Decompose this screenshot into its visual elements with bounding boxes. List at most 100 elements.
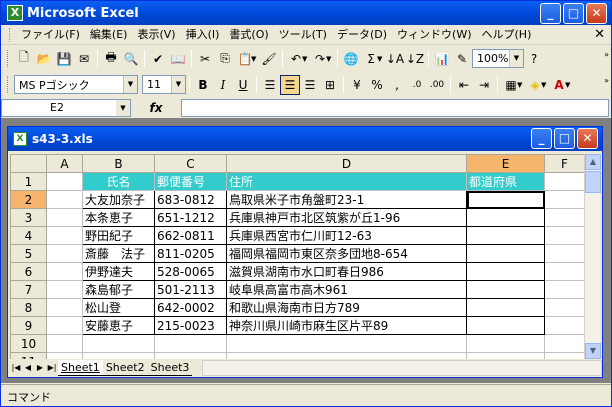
cell[interactable] — [46, 244, 83, 263]
cell[interactable] — [544, 262, 585, 281]
cell[interactable] — [466, 334, 545, 353]
cell[interactable]: 和歌山県海南市日方789 — [226, 298, 467, 317]
menu-format[interactable]: 書式(O) — [224, 26, 273, 44]
row-header[interactable]: 3 — [10, 208, 47, 227]
cell[interactable] — [46, 316, 83, 335]
menu-edit[interactable]: 編集(E) — [85, 26, 133, 44]
first-sheet-icon[interactable]: |◀ — [10, 363, 22, 372]
spelling-icon[interactable]: ✔ — [148, 49, 168, 69]
cell[interactable]: 501-2113 — [154, 280, 227, 299]
column-header-d[interactable]: D — [226, 154, 467, 173]
minimize-button[interactable]: _ — [540, 3, 561, 24]
row-header[interactable]: 2 — [10, 190, 47, 209]
cell[interactable] — [46, 298, 83, 317]
cell[interactable]: 683-0812 — [154, 190, 227, 209]
cell[interactable]: 斎藤 法子 — [82, 244, 155, 263]
row-header[interactable]: 1 — [10, 172, 47, 191]
cell[interactable]: 鳥取県米子市角盤町23-1 — [226, 190, 467, 209]
cell[interactable] — [46, 190, 83, 209]
percent-icon[interactable]: % — [367, 75, 387, 95]
help-icon[interactable]: ? — [524, 49, 544, 69]
column-header-c[interactable]: C — [154, 154, 227, 173]
underline-button[interactable]: U — [233, 75, 253, 95]
cell[interactable]: 兵庫県西宮市仁川町12-63 — [226, 226, 467, 245]
maximize-button[interactable]: □ — [563, 3, 584, 24]
close-button[interactable]: ✕ — [586, 3, 607, 24]
cell[interactable]: 大友加奈子 — [82, 190, 155, 209]
cell[interactable]: 本条恵子 — [82, 208, 155, 227]
cell[interactable]: 森島郁子 — [82, 280, 155, 299]
cell[interactable]: 662-0811 — [154, 226, 227, 245]
paste-dropdown-icon[interactable]: ▼ — [251, 55, 259, 63]
row-header[interactable]: 10 — [10, 334, 47, 353]
cut-icon[interactable]: ✂ — [195, 49, 215, 69]
cell[interactable]: 642-0002 — [154, 298, 227, 317]
cell[interactable] — [544, 172, 585, 191]
header-cell-address[interactable]: 住所 — [226, 172, 467, 191]
cell[interactable]: 岐阜県高富市高木961 — [226, 280, 467, 299]
cell[interactable]: 528-0065 — [154, 262, 227, 281]
bold-button[interactable]: B — [193, 75, 213, 95]
row-header[interactable]: 4 — [10, 226, 47, 245]
cell[interactable]: 安藤恵子 — [82, 316, 155, 335]
research-icon[interactable]: 📖 — [168, 49, 188, 69]
formula-input[interactable] — [181, 98, 609, 117]
cell[interactable] — [466, 208, 545, 227]
sort-ascending-icon[interactable]: ↓A — [385, 49, 405, 69]
column-header-b[interactable]: B — [82, 154, 155, 173]
cell[interactable] — [46, 334, 83, 353]
cell[interactable] — [46, 280, 83, 299]
cell[interactable] — [82, 334, 155, 353]
cell[interactable] — [46, 172, 83, 191]
row-header[interactable]: 8 — [10, 298, 47, 317]
align-center-icon[interactable]: ☰ — [280, 74, 300, 95]
permission-icon[interactable]: ✉ — [74, 49, 94, 69]
cell[interactable]: 651-1212 — [154, 208, 227, 227]
increase-indent-icon[interactable]: ⇥ — [474, 75, 494, 95]
print-icon[interactable]: 🖶 — [101, 49, 121, 69]
scroll-down-icon[interactable]: ▼ — [585, 343, 601, 359]
menu-file[interactable]: ファイル(F) — [16, 26, 85, 44]
copy-icon[interactable]: ⎘ — [215, 49, 235, 69]
select-all-corner[interactable] — [10, 154, 47, 173]
currency-icon[interactable]: ¥ — [347, 75, 367, 95]
chart-wizard-icon[interactable]: 📊 — [432, 49, 452, 69]
last-sheet-icon[interactable]: ▶| — [46, 363, 58, 372]
cell[interactable] — [466, 280, 545, 299]
row-header[interactable]: 6 — [10, 262, 47, 281]
header-cell-postal[interactable]: 郵便番号 — [154, 172, 227, 191]
cell[interactable]: 兵庫県神戸市北区筑紫が丘1-96 — [226, 208, 467, 227]
workbook-minimize-button[interactable]: _ — [531, 128, 552, 149]
cell[interactable]: 神奈川県川崎市麻生区片平89 — [226, 316, 467, 335]
cell[interactable] — [466, 262, 545, 281]
cell[interactable]: 福岡県福岡市東区奈多団地8-654 — [226, 244, 467, 263]
next-sheet-icon[interactable]: ▶ — [34, 363, 46, 372]
row-header[interactable]: 9 — [10, 316, 47, 335]
cell[interactable]: 滋賀県湖南市水口町春日986 — [226, 262, 467, 281]
prev-sheet-icon[interactable]: ◀ — [22, 363, 34, 372]
menu-view[interactable]: 表示(V) — [132, 26, 180, 44]
workbook-close-icon[interactable]: ✕ — [594, 27, 605, 42]
cell[interactable]: 伊野達夫 — [82, 262, 155, 281]
header-cell-prefecture[interactable]: 都道府県 — [466, 172, 545, 191]
font-combo[interactable]: MS Pゴシック ▼ — [14, 75, 138, 94]
worksheet-grid[interactable]: A B C D E F 1 氏名 郵便番号 住所 都道府県 2 大友加奈子 68… — [10, 154, 587, 359]
scroll-thumb[interactable] — [585, 171, 601, 193]
borders-dropdown-icon[interactable]: ▼ — [517, 81, 525, 89]
cell[interactable] — [544, 334, 585, 353]
cell[interactable]: 野田紀子 — [82, 226, 155, 245]
workbook-maximize-button[interactable]: □ — [554, 128, 575, 149]
column-header-f[interactable]: F — [544, 154, 585, 173]
format-painter-icon[interactable]: 🖌 — [259, 49, 279, 69]
sort-descending-icon[interactable]: ↓Z — [405, 49, 425, 69]
name-box[interactable]: E2 ▼ — [1, 98, 131, 117]
cell[interactable] — [544, 208, 585, 227]
menu-data[interactable]: データ(D) — [332, 26, 392, 44]
cell[interactable] — [226, 334, 467, 353]
decrease-decimal-icon[interactable]: .00 — [427, 75, 447, 95]
active-cell[interactable] — [466, 190, 545, 209]
horizontal-scrollbar[interactable] — [202, 359, 602, 376]
cell[interactable] — [544, 316, 585, 335]
sheet-tab-2[interactable]: Sheet2 — [102, 360, 148, 376]
name-box-dropdown-icon[interactable]: ▼ — [116, 99, 130, 116]
